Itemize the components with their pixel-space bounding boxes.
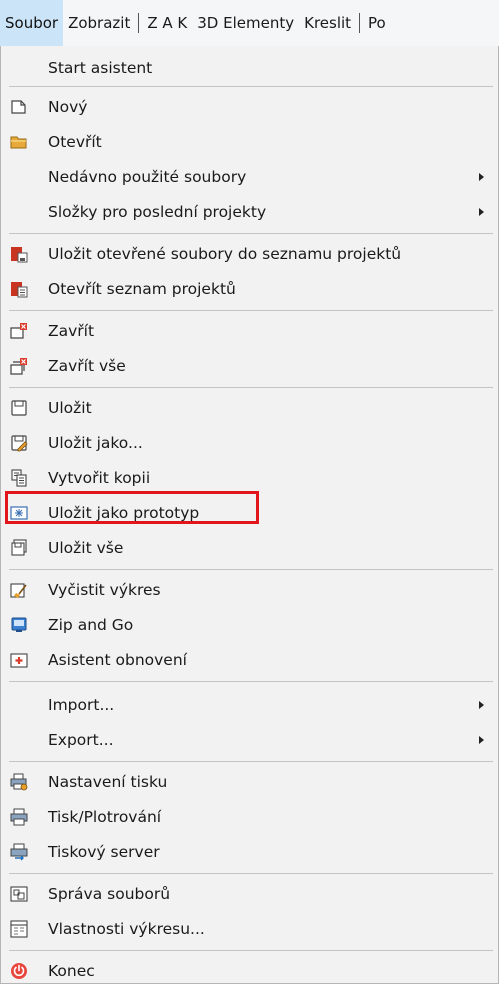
menu-item-label: Nový: [48, 98, 88, 116]
menu-item-zavrit-vse[interactable]: Zavřít vše: [1, 348, 498, 384]
menu-item-label: Vyčistit výkres: [48, 581, 161, 599]
save-project-list-icon: [10, 245, 28, 263]
file-manager-icon: [10, 885, 28, 903]
recovery-icon: [10, 651, 28, 669]
open-project-list-icon: [10, 280, 28, 298]
menu-item-label: Asistent obnovení: [48, 651, 187, 669]
menu-item-label: Vlastnosti výkresu...: [48, 920, 205, 938]
menu-item-zip-and-go[interactable]: Zip and Go: [1, 607, 498, 643]
highlight-box: [5, 491, 259, 524]
menu-item-label: Nastavení tisku: [48, 773, 168, 791]
submenu-arrow-icon: [479, 736, 484, 744]
menu-item-recent-projects[interactable]: Složky pro poslední projekty: [1, 194, 498, 230]
menu-item-nastaveni-tisku[interactable]: Nastavení tisku: [1, 764, 498, 800]
menu-separator: [9, 873, 493, 874]
menu-item-label: Složky pro poslední projekty: [48, 203, 267, 221]
menu-item-zavrit[interactable]: Zavřít: [1, 313, 498, 349]
menu-separator: [9, 310, 493, 311]
purge-icon: [10, 581, 28, 599]
menu-separator: [9, 950, 493, 951]
menu-item-label: Start asistent: [48, 59, 153, 77]
menu-kreslit[interactable]: Kreslit: [299, 0, 356, 46]
menu-zobrazit[interactable]: Zobrazit: [63, 0, 135, 46]
menu-item-tisk-plotrovani[interactable]: Tisk/Plotrování: [1, 799, 498, 835]
menubar-separator: [359, 13, 361, 33]
menubar-separator: [138, 13, 140, 33]
menu-item-vlastnosti-vykresu[interactable]: Vlastnosti výkresu...: [1, 911, 498, 947]
print-server-icon: [10, 843, 28, 861]
menu-item-asistent-obnoveni[interactable]: Asistent obnovení: [1, 642, 498, 678]
menu-soubor[interactable]: Soubor: [0, 0, 64, 46]
close-document-icon: [10, 322, 28, 340]
menu-item-label: Konec: [48, 962, 95, 980]
menu-item-label: Správa souborů: [48, 885, 171, 903]
close-all-icon: [10, 357, 28, 375]
menu-zak[interactable]: Z A K: [142, 0, 192, 46]
menu-item-label: Tiskový server: [48, 843, 160, 861]
menu-item-novy[interactable]: Nový: [1, 89, 498, 125]
menu-item-save-project-list[interactable]: Uložit otevřené soubory do seznamu proje…: [1, 236, 498, 272]
menu-item-label: Zavřít: [48, 322, 95, 340]
menu-separator: [9, 387, 493, 388]
submenu-arrow-icon: [479, 701, 484, 709]
menu-item-recent-files[interactable]: Nedávno použité soubory: [1, 159, 498, 195]
menu-separator: [9, 86, 493, 87]
menu-item-label: Zip and Go: [48, 616, 134, 634]
menu-item-ulozit[interactable]: Uložit: [1, 390, 498, 426]
menu-item-label: Uložit otevřené soubory do seznamu proje…: [48, 245, 402, 263]
drawing-properties-icon: [10, 920, 28, 938]
menu-item-label: Otevřít: [48, 133, 102, 151]
menu-item-label: Export...: [48, 731, 114, 749]
save-icon: [10, 399, 28, 417]
menu-item-tiskovy-server[interactable]: Tiskový server: [1, 834, 498, 870]
menu-item-open-project-list[interactable]: Otevřít seznam projektů: [1, 271, 498, 307]
menu-item-label: Otevřít seznam projektů: [48, 280, 236, 298]
menu-separator: [9, 569, 493, 570]
submenu-arrow-icon: [479, 208, 484, 216]
folder-open-icon: [10, 133, 28, 151]
menu-po[interactable]: Po: [363, 0, 391, 46]
submenu-arrow-icon: [479, 173, 484, 181]
zip-icon: [10, 616, 28, 634]
save-all-icon: [10, 539, 28, 557]
menu-separator: [9, 761, 493, 762]
menu-item-ulozit-jako[interactable]: Uložit jako...: [1, 425, 498, 461]
menu-item-ulozit-vse[interactable]: Uložit vše: [1, 530, 498, 566]
new-document-icon: [10, 98, 28, 116]
menu-item-label: Uložit: [48, 399, 92, 417]
save-as-icon: [10, 434, 28, 452]
menu-item-export[interactable]: Export...: [1, 722, 498, 758]
menu-item-vycistit-vykres[interactable]: Vyčistit výkres: [1, 572, 498, 608]
menu-item-label: Nedávno použité soubory: [48, 168, 247, 186]
menu-item-konec[interactable]: Konec: [1, 953, 498, 989]
menu-separator: [9, 233, 493, 234]
menu-item-label: Tisk/Plotrování: [48, 808, 162, 826]
power-icon: [10, 962, 28, 980]
menu-item-sprava-souboru[interactable]: Správa souborů: [1, 876, 498, 912]
menu-item-start-asistent[interactable]: Start asistent: [1, 50, 498, 86]
copy-icon: [10, 469, 28, 487]
menu-item-otevrit[interactable]: Otevřít: [1, 124, 498, 160]
menu-separator: [9, 681, 493, 682]
menu-item-label: Import...: [48, 696, 115, 714]
menu-bar: Soubor Zobrazit Z A K 3D Elementy Kresli…: [0, 0, 499, 47]
menu-item-import[interactable]: Import...: [1, 687, 498, 723]
menu-item-label: Zavřít vše: [48, 357, 126, 375]
menu-3d-elementy[interactable]: 3D Elementy: [192, 0, 299, 46]
menu-item-label: Uložit jako...: [48, 434, 143, 452]
menu-item-label: Uložit vše: [48, 539, 124, 557]
print-setup-icon: [10, 773, 28, 791]
printer-icon: [10, 808, 28, 826]
